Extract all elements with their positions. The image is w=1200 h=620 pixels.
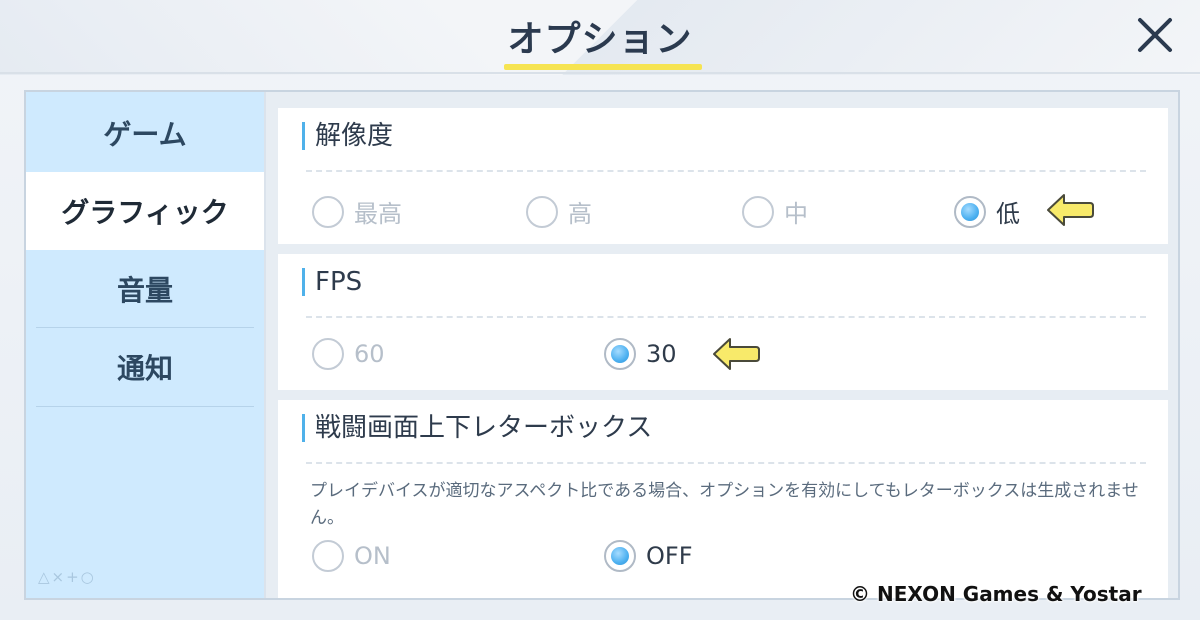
sidebar-item-notifications[interactable]: 通知	[26, 328, 264, 406]
divider	[306, 316, 1146, 318]
window-title: オプション	[507, 19, 693, 60]
resolution-title: 解像度	[302, 122, 393, 150]
option-label: 中	[784, 200, 808, 228]
radio-button[interactable]	[312, 195, 344, 228]
option-label: 最高	[354, 200, 402, 228]
radio-button-selected[interactable]	[604, 338, 636, 370]
sidebar-item-game[interactable]: ゲーム	[26, 94, 264, 172]
copyright-notice: © NEXON Games & Yostar	[850, 582, 1142, 606]
option-label: 低	[996, 200, 1020, 228]
sidebar-item-graphics[interactable]: グラフィック	[26, 172, 264, 250]
resolution-option-high[interactable]: 高	[526, 194, 592, 229]
option-label: 60	[354, 340, 385, 368]
options-window: オプション ゲーム グラフィック 音量 通知 △×+○ 解像度 最高 高 中 低…	[0, 0, 1200, 620]
divider	[306, 170, 1146, 172]
divider	[306, 462, 1146, 464]
title-underline	[504, 64, 702, 70]
sidebar-divider	[36, 406, 254, 407]
options-panel: ゲーム グラフィック 音量 通知 △×+○ 解像度 最高 高 中 低 FPS 6…	[24, 90, 1180, 600]
resolution-option-low[interactable]: 低	[954, 194, 1020, 229]
fps-option-30[interactable]: 30	[604, 338, 677, 370]
fps-title: FPS	[302, 268, 362, 296]
fps-section: FPS 60 30	[278, 254, 1168, 390]
close-icon	[1138, 18, 1172, 52]
radio-button-selected[interactable]	[604, 540, 636, 572]
radio-button[interactable]	[742, 195, 774, 228]
letterbox-title: 戦闘画面上下レターボックス	[302, 414, 652, 442]
radio-button-selected[interactable]	[954, 195, 986, 228]
option-label: OFF	[646, 542, 693, 570]
pointer-arrow-icon	[1047, 194, 1094, 226]
letterbox-section: 戦闘画面上下レターボックス プレイデバイスが適切なアスペクト比である場合、オプシ…	[278, 400, 1168, 598]
resolution-section: 解像度 最高 高 中 低	[278, 108, 1168, 244]
letterbox-description: プレイデバイスが適切なアスペクト比である場合、オプションを有効にしてもレターボッ…	[310, 481, 1139, 528]
option-label: 30	[646, 340, 677, 368]
header-divider	[0, 72, 1200, 74]
settings-content: 解像度 最高 高 中 低 FPS 60 30 戦闘画面上下レターボックス プレイ…	[266, 92, 1178, 598]
option-label: ON	[354, 542, 391, 570]
option-label: 高	[568, 200, 592, 228]
pointer-arrow-icon	[713, 338, 760, 370]
letterbox-option-off[interactable]: OFF	[604, 540, 693, 572]
fps-option-60[interactable]: 60	[312, 338, 385, 370]
sidebar: ゲーム グラフィック 音量 通知 △×+○	[26, 92, 264, 598]
resolution-option-highest[interactable]: 最高	[312, 194, 402, 229]
radio-button[interactable]	[312, 338, 344, 370]
radio-button[interactable]	[312, 540, 344, 572]
resolution-option-medium[interactable]: 中	[742, 194, 808, 229]
radio-button[interactable]	[526, 195, 558, 228]
close-button[interactable]	[1130, 10, 1180, 60]
letterbox-option-on[interactable]: ON	[312, 540, 391, 572]
sidebar-item-volume[interactable]: 音量	[26, 250, 264, 328]
controller-symbols: △×+○	[38, 568, 96, 586]
